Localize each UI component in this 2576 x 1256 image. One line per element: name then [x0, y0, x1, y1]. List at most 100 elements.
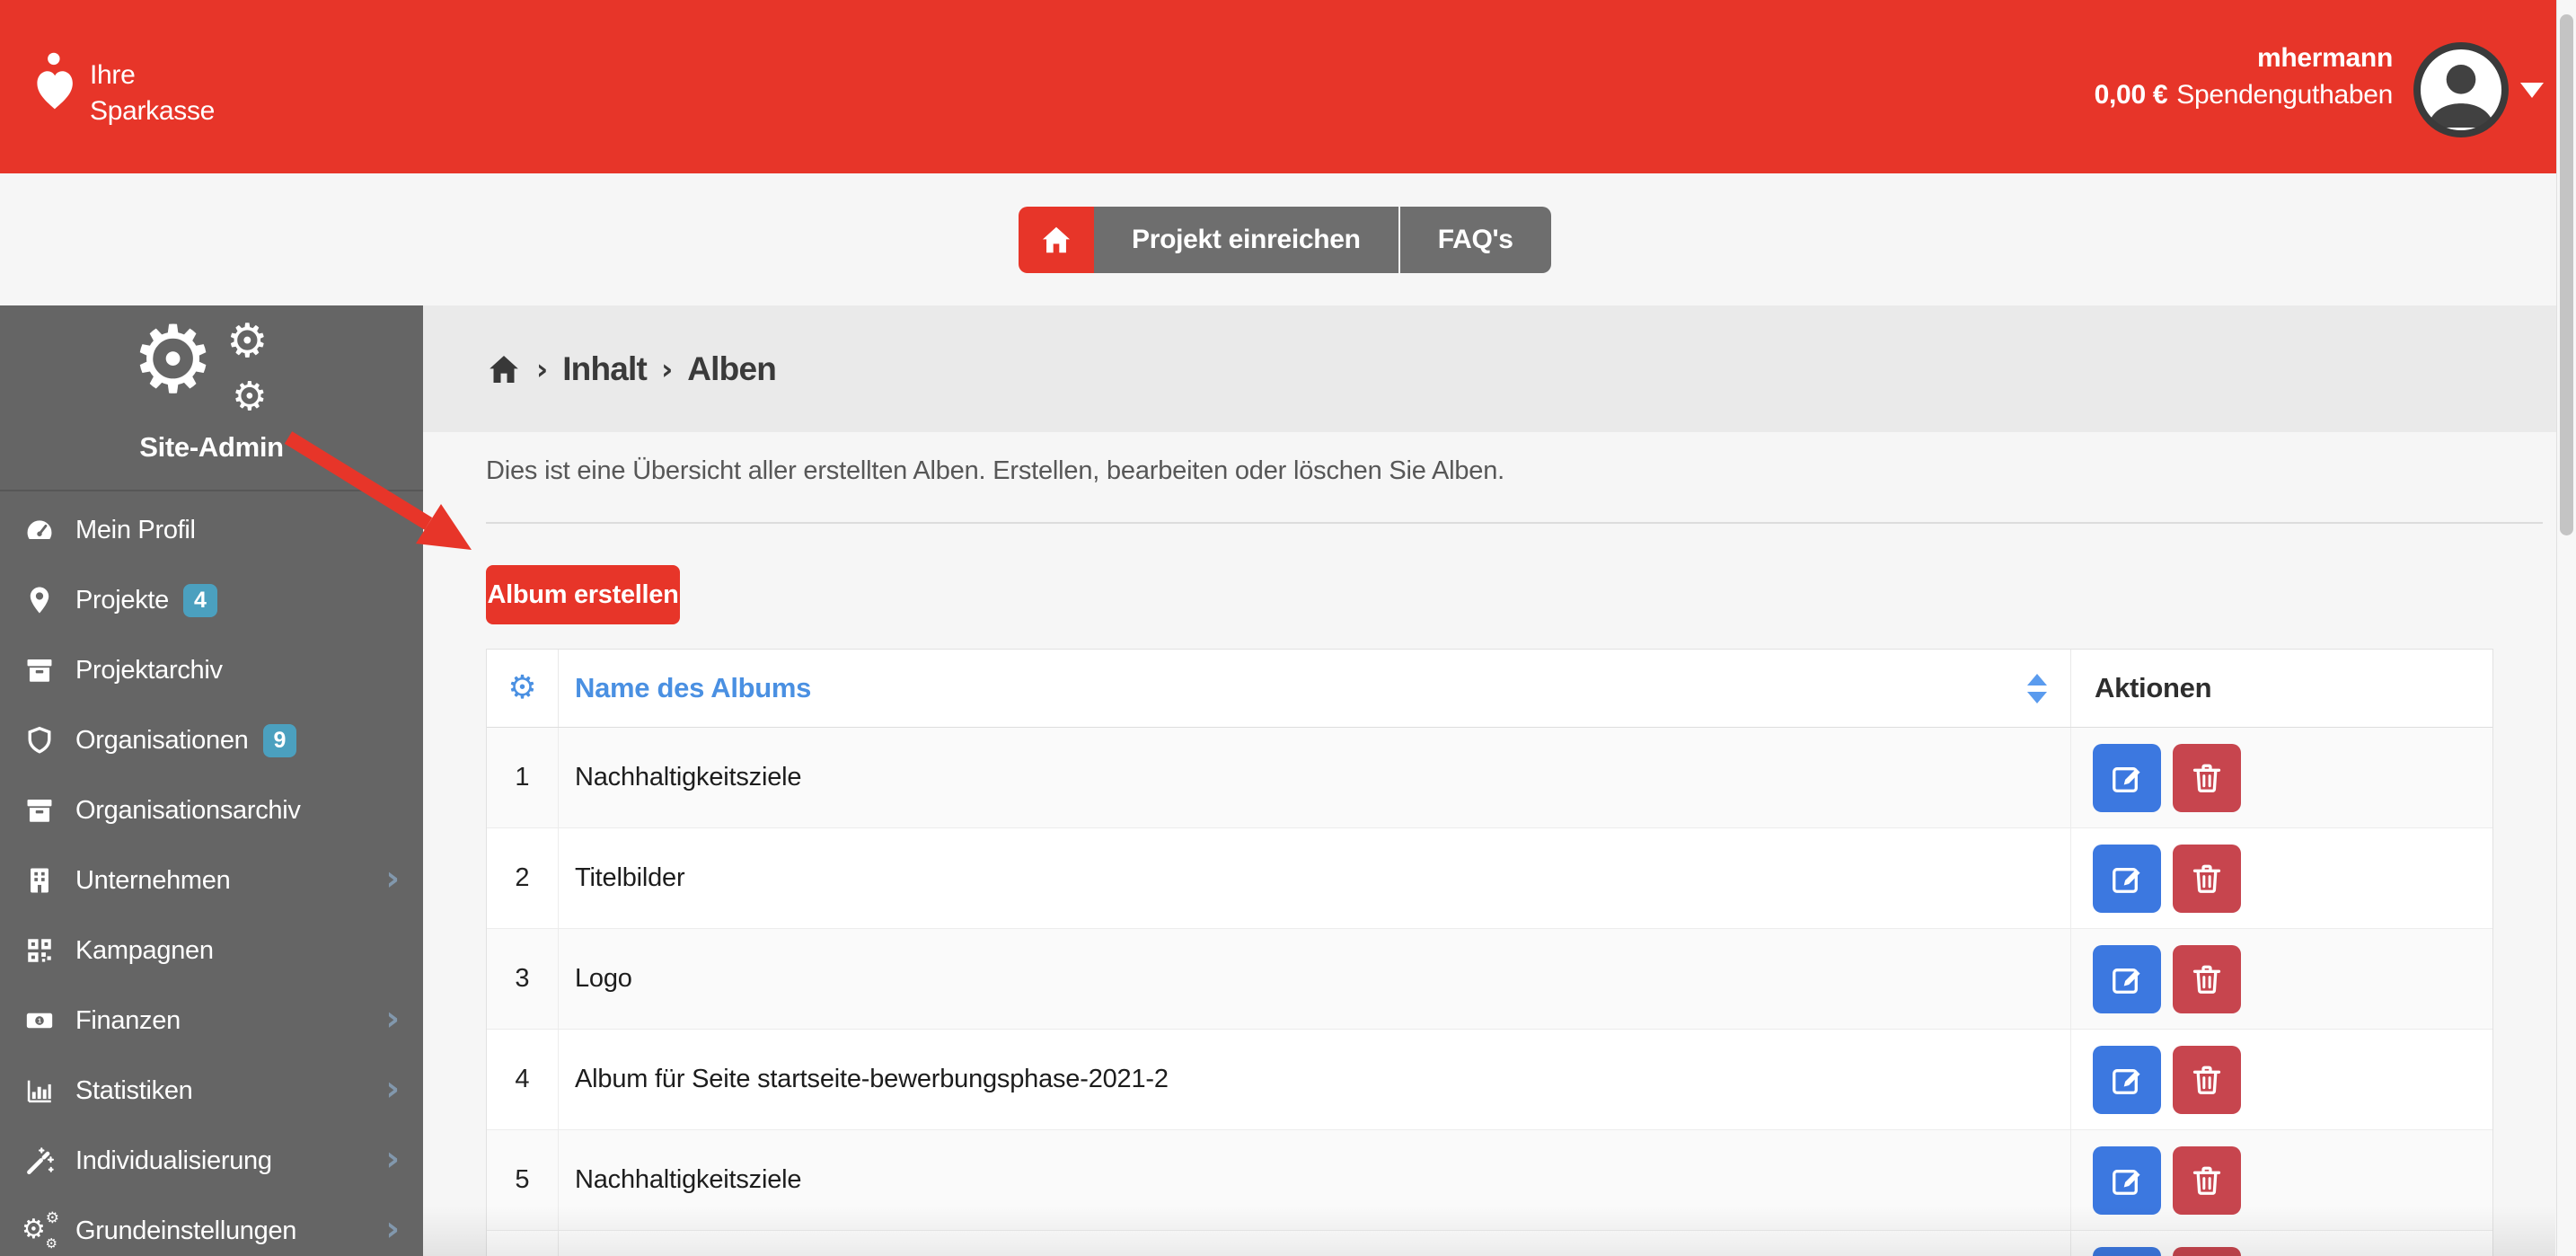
trash-icon	[2190, 761, 2224, 795]
delete-button[interactable]	[2173, 1146, 2241, 1215]
row-number: 3	[487, 929, 559, 1029]
sidebar-menu: Mein Profil Projekte 4 Projektarchiv Org…	[0, 495, 423, 1256]
sidebar-item[interactable]: Organisationsarchiv	[0, 775, 423, 845]
delete-button[interactable]	[2173, 744, 2241, 812]
chevron-right-icon: ›	[385, 998, 400, 1038]
page: { "header": { "brand_line1": "Ihre", "br…	[0, 0, 2576, 1256]
delete-button[interactable]	[2173, 845, 2241, 913]
admin-sidebar: ⚙ ⚙ ⚙ Site-Admin Mein Profil Projekte 4 …	[0, 305, 423, 1256]
nav-submit-project-button[interactable]: Projekt einreichen	[1094, 207, 1398, 273]
sidebar-item-icon-slot: ⚙⚙⚙	[23, 1215, 56, 1247]
sidebar-item[interactable]: Individualisierung ›	[0, 1126, 423, 1196]
sidebar-item[interactable]: ⚙⚙⚙ Grundeinstellungen ›	[0, 1196, 423, 1256]
sidebar-item-label: Kampagnen	[75, 936, 214, 966]
sidebar-item-icon-slot	[23, 724, 56, 756]
window-scrollbar	[2556, 0, 2576, 1256]
sidebar-item-label: Grundeinstellungen	[75, 1216, 296, 1246]
row-actions	[2071, 1130, 2492, 1230]
page-description: Dies ist eine Übersicht aller erstellten…	[486, 456, 1504, 486]
brand-text: Ihre Sparkasse	[90, 57, 215, 129]
sidebar-item-icon-slot	[23, 584, 56, 616]
heart-logo-icon	[32, 49, 79, 115]
table-row	[487, 1231, 2492, 1256]
sidebar-item[interactable]: Organisationen 9	[0, 705, 423, 775]
gear-icon: ⚙	[226, 318, 269, 365]
user-avatar-icon	[2411, 40, 2511, 140]
create-album-button[interactable]: Album erstellen	[486, 565, 680, 624]
chevron-right-icon: ›	[385, 1138, 400, 1178]
album-name: Nachhaltigkeitsziele	[559, 728, 2071, 827]
edit-icon	[2110, 962, 2144, 996]
table-body: 1 Nachhaltigkeitsziele 2 Titelbilder	[487, 728, 2492, 1256]
sidebar-item-label: Statistiken	[75, 1076, 193, 1106]
edit-button[interactable]	[2093, 1247, 2161, 1256]
sidebar-item[interactable]: Projektarchiv	[0, 635, 423, 705]
sidebar-item[interactable]: Mein Profil	[0, 495, 423, 565]
sidebar-item-icon-slot	[23, 864, 56, 897]
name-header-label[interactable]: Name des Albums	[575, 672, 811, 704]
gear-icon: ⚙	[131, 313, 215, 406]
sidebar-item[interactable]: Unternehmen ›	[0, 845, 423, 915]
edit-button[interactable]	[2093, 744, 2161, 812]
chevron-right-icon: ›	[385, 1208, 400, 1248]
table-row: 3 Logo	[487, 929, 2492, 1030]
site-admin-header[interactable]: ⚙ ⚙ ⚙ Site-Admin	[0, 305, 423, 491]
balance-amount: 0,00 €	[2095, 80, 2168, 110]
delete-button[interactable]	[2173, 1247, 2241, 1256]
sidebar-item-label: Organisationsarchiv	[75, 796, 301, 826]
user-avatar-button[interactable]	[2411, 40, 2511, 140]
name-column-header[interactable]: Name des Albums	[559, 650, 2071, 727]
sidebar-item-label: Individualisierung	[75, 1146, 272, 1176]
trash-icon	[2190, 862, 2224, 896]
breadcrumb-item-alben: Alben	[687, 350, 776, 388]
bar-chart-icon	[24, 1075, 55, 1106]
edit-button[interactable]	[2093, 1046, 2161, 1114]
caret-down-icon[interactable]	[2520, 83, 2544, 110]
gear-icon[interactable]: ⚙	[507, 672, 536, 704]
trash-icon	[2190, 1063, 2224, 1097]
sidebar-item[interactable]: 1 Finanzen ›	[0, 986, 423, 1056]
brand-logo[interactable]: Ihre Sparkasse	[32, 43, 215, 129]
sidebar-item[interactable]: Statistiken ›	[0, 1056, 423, 1126]
edit-button[interactable]	[2093, 945, 2161, 1013]
sort-icon[interactable]	[2027, 674, 2047, 703]
row-number: 1	[487, 728, 559, 827]
username: mhermann	[2095, 41, 2393, 75]
row-actions	[2071, 828, 2492, 928]
breadcrumb-item-inhalt[interactable]: Inhalt	[562, 350, 647, 388]
scrollbar-thumb[interactable]	[2560, 14, 2573, 535]
svg-text:1: 1	[38, 1017, 41, 1025]
sidebar-item-icon-slot	[23, 934, 56, 967]
album-name: Titelbilder	[559, 828, 2071, 928]
table-row: 5 Nachhaltigkeitsziele	[487, 1130, 2492, 1231]
magic-wand-icon	[24, 1145, 55, 1176]
count-badge: 9	[263, 724, 297, 757]
balance-label: Spendenguthaben	[2176, 80, 2393, 110]
table-settings-cell[interactable]: ⚙	[487, 650, 559, 727]
edit-button[interactable]	[2093, 1146, 2161, 1215]
row-number: 4	[487, 1030, 559, 1129]
sidebar-item-icon-slot	[23, 794, 56, 827]
row-number: 5	[487, 1130, 559, 1230]
delete-button[interactable]	[2173, 1046, 2241, 1114]
money-icon: 1	[24, 1005, 55, 1036]
sidebar-item-icon-slot	[23, 1075, 56, 1107]
main-navbar: Projekt einreichen FAQ's	[1019, 207, 1551, 273]
sidebar-item[interactable]: Kampagnen	[0, 915, 423, 986]
chevron-right-icon: ›	[385, 1068, 400, 1108]
edit-icon	[2110, 1163, 2144, 1198]
nav-home-button[interactable]	[1019, 207, 1094, 273]
sidebar-item[interactable]: Projekte 4	[0, 565, 423, 635]
edit-button[interactable]	[2093, 845, 2161, 913]
shield-icon	[24, 725, 55, 756]
map-marker-icon	[24, 585, 55, 615]
row-actions	[2071, 1030, 2492, 1129]
archive-icon	[24, 795, 55, 826]
row-actions	[2071, 1231, 2492, 1256]
breadcrumb-home-button[interactable]	[486, 351, 522, 387]
archive-icon	[24, 655, 55, 685]
sidebar-item-label: Organisationen	[75, 726, 249, 756]
delete-button[interactable]	[2173, 945, 2241, 1013]
nav-faq-button[interactable]: FAQ's	[1400, 207, 1551, 273]
album-name: Nachhaltigkeitsziele	[559, 1130, 2071, 1230]
